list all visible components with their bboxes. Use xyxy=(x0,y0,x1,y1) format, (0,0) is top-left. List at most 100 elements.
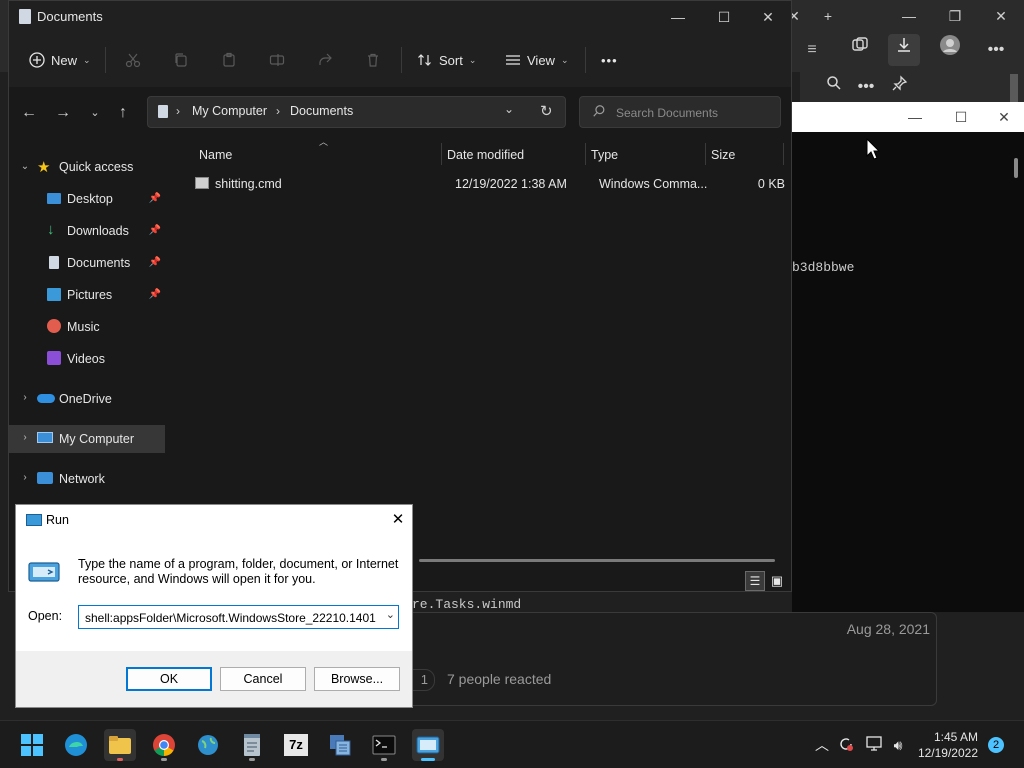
run-input[interactable] xyxy=(83,609,379,627)
close-button[interactable]: ✕ xyxy=(984,105,1024,129)
sidebar-item-music[interactable]: Music xyxy=(9,313,165,341)
chevron-down-icon[interactable]: ⌄ xyxy=(19,161,31,172)
pin-icon[interactable]: 📌 xyxy=(149,225,161,236)
up-arrow-icon[interactable]: ↑ xyxy=(111,101,135,125)
paste-icon[interactable] xyxy=(221,45,237,75)
rename-icon[interactable] xyxy=(269,45,285,75)
details-view-icon[interactable]: ☰ xyxy=(745,571,765,591)
sidebar-item-documents[interactable]: Documents 📌 xyxy=(9,249,165,277)
cancel-button[interactable]: Cancel xyxy=(220,667,306,691)
search-box[interactable] xyxy=(579,96,781,128)
menu-icon[interactable]: ≡ xyxy=(800,34,824,66)
refresh-icon[interactable]: ↻ xyxy=(540,102,553,120)
sort-label: Sort xyxy=(439,52,463,68)
sidebar-item-my-computer[interactable]: › My Computer xyxy=(9,425,165,453)
new-tab-button[interactable]: + xyxy=(808,4,848,28)
column-divider[interactable] xyxy=(585,143,586,165)
terminal-icon[interactable] xyxy=(368,729,400,761)
star-icon: ★ xyxy=(37,159,51,176)
network-globe-icon[interactable] xyxy=(192,729,224,761)
notepad-icon[interactable] xyxy=(236,729,268,761)
clock-time[interactable]: 1:45 AM xyxy=(916,730,978,744)
close-button[interactable]: ✕ xyxy=(978,4,1024,28)
breadcrumb-my-computer[interactable]: My Computer xyxy=(192,104,267,118)
7zip-icon[interactable]: 7z xyxy=(280,729,312,761)
edge-icon[interactable] xyxy=(60,729,92,761)
recent-locations-chevron-icon[interactable]: ⌄ xyxy=(83,101,107,125)
back-arrow-icon[interactable]: ← xyxy=(17,101,41,125)
share-icon[interactable] xyxy=(317,45,333,75)
maximize-button[interactable]: ☐ xyxy=(701,3,747,31)
pin-icon[interactable]: 📌 xyxy=(149,193,161,204)
start-button[interactable] xyxy=(16,729,48,761)
column-header-date[interactable]: Date modified xyxy=(447,145,524,165)
forward-arrow-icon[interactable]: → xyxy=(51,101,75,125)
column-divider[interactable] xyxy=(783,143,784,165)
clock-date[interactable]: 12/19/2022 xyxy=(916,746,978,760)
search-icon[interactable] xyxy=(818,72,850,102)
sidebar-item-downloads[interactable]: ↓ Downloads 📌 xyxy=(9,217,165,245)
pin-icon[interactable] xyxy=(884,72,916,102)
terminal-scrollbar[interactable] xyxy=(1014,132,1020,612)
delete-icon[interactable] xyxy=(365,45,381,75)
volume-icon[interactable]: 🔊︎ xyxy=(888,735,908,755)
notification-badge[interactable]: 2 xyxy=(988,737,1004,753)
pin-icon[interactable]: 📌 xyxy=(149,257,161,268)
ok-button[interactable]: OK xyxy=(126,667,212,691)
sidebar-item-pictures[interactable]: Pictures 📌 xyxy=(9,281,165,309)
sidebar-item-desktop[interactable]: Desktop 📌 xyxy=(9,185,165,213)
run-taskbar-icon[interactable] xyxy=(412,729,444,761)
sidebar-item-onedrive[interactable]: › OneDrive xyxy=(9,385,165,413)
large-icons-view-icon[interactable]: ▣ xyxy=(767,571,787,591)
file-explorer-icon[interactable] xyxy=(104,729,136,761)
minimize-button[interactable]: — xyxy=(892,105,938,129)
chevron-right-icon[interactable]: › xyxy=(19,472,31,483)
network-status-icon[interactable] xyxy=(864,735,884,755)
column-header-size[interactable]: Size xyxy=(711,145,735,165)
registry-editor-icon[interactable] xyxy=(324,729,356,761)
more-icon[interactable]: ••• xyxy=(980,34,1012,66)
column-header-name[interactable]: Name xyxy=(199,145,232,165)
address-dropdown-icon[interactable]: ⌄ xyxy=(504,102,514,116)
column-divider[interactable] xyxy=(705,143,706,165)
horizontal-scrollbar[interactable] xyxy=(419,559,775,562)
downloads-icon[interactable] xyxy=(888,34,920,66)
chrome-icon[interactable] xyxy=(148,729,180,761)
sidebar-item-network[interactable]: › Network xyxy=(9,465,165,493)
search-input[interactable] xyxy=(614,103,778,123)
close-button[interactable]: ✕ xyxy=(384,509,412,531)
copy-icon[interactable] xyxy=(173,45,189,75)
close-button[interactable]: ✕ xyxy=(745,3,791,31)
breadcrumb-chevron-icon[interactable]: › xyxy=(276,104,280,118)
minimize-button[interactable]: — xyxy=(655,3,701,31)
cut-icon[interactable] xyxy=(125,45,141,75)
file-row[interactable]: shitting.cmd 12/19/2022 1:38 AM Windows … xyxy=(187,175,787,197)
breadcrumb-documents[interactable]: Documents xyxy=(290,104,353,118)
column-header-type[interactable]: Type xyxy=(591,145,618,165)
maximize-button[interactable]: ☐ xyxy=(938,105,984,129)
column-divider[interactable] xyxy=(441,143,442,165)
sort-button[interactable]: Sort ⌄ xyxy=(417,45,476,75)
minimize-button[interactable]: — xyxy=(886,4,932,28)
run-combobox[interactable]: ⌄ xyxy=(78,605,399,629)
pin-icon[interactable]: 📌 xyxy=(149,289,161,300)
address-bar[interactable]: › My Computer › Documents ⌄ ↻ xyxy=(147,96,566,128)
collections-icon[interactable] xyxy=(844,34,876,66)
new-button[interactable]: New ⌄ xyxy=(29,45,91,75)
restore-button[interactable]: ❐ xyxy=(932,4,978,28)
sync-icon[interactable] xyxy=(836,735,856,755)
chevron-right-icon[interactable]: › xyxy=(19,392,31,403)
show-hidden-icons-chevron-icon[interactable]: ︿ xyxy=(812,735,832,755)
sidebar-item-quick-access[interactable]: ⌄ ★ Quick access xyxy=(9,153,165,181)
scrollbar-track[interactable] xyxy=(1010,74,1018,102)
sidebar-item-videos[interactable]: Videos xyxy=(9,345,165,373)
reaction-summary[interactable]: 7 people reacted xyxy=(447,671,551,687)
chevron-right-icon[interactable]: › xyxy=(19,432,31,443)
browse-button[interactable]: Browse... xyxy=(314,667,400,691)
chevron-down-icon[interactable]: ⌄ xyxy=(386,608,395,621)
more-options-button[interactable]: ••• xyxy=(601,45,618,75)
profile-icon[interactable] xyxy=(934,34,966,66)
more-icon[interactable]: ••• xyxy=(850,72,882,102)
view-button[interactable]: View ⌄ xyxy=(505,45,569,75)
breadcrumb-chevron-icon[interactable]: › xyxy=(176,104,180,118)
